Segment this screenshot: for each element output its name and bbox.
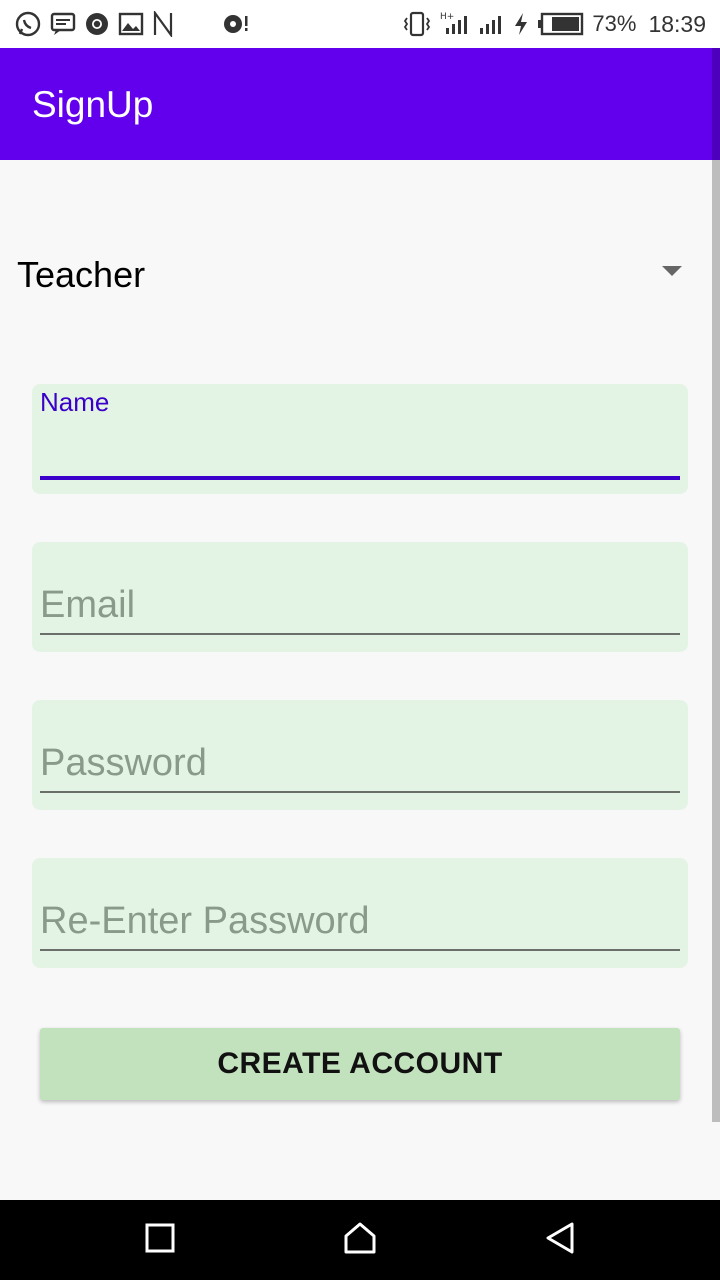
status-left-icons — [14, 10, 250, 38]
message-icon — [50, 11, 76, 37]
recents-icon — [144, 1222, 176, 1258]
password-field-placeholder: Password — [40, 742, 207, 784]
name-field-label: Name — [40, 387, 110, 417]
battery-percent: 73% — [592, 11, 637, 36]
scrollbar[interactable] — [712, 160, 720, 1122]
clock: 18:39 — [648, 10, 706, 37]
recents-button[interactable] — [140, 1220, 180, 1260]
back-icon — [544, 1221, 576, 1259]
back-button[interactable] — [540, 1220, 580, 1260]
svg-text:H+: H+ — [440, 12, 454, 22]
create-account-button-label: CREATE ACCOUNT — [217, 1047, 503, 1080]
scrollbar-top-segment — [712, 48, 720, 160]
role-spinner-value: Teacher — [17, 254, 146, 295]
create-account-button[interactable]: CREATE ACCOUNT — [40, 1028, 680, 1100]
email-field[interactable]: Email — [32, 542, 688, 652]
signal-icon — [478, 10, 504, 38]
reenter-password-field-placeholder: Re-Enter Password — [40, 900, 370, 942]
gallery-icon — [118, 11, 144, 37]
charging-icon — [512, 10, 530, 38]
signal-icon: H+ — [440, 10, 470, 38]
role-spinner[interactable]: Teacher — [0, 230, 712, 316]
page-title: SignUp — [32, 84, 154, 125]
home-button[interactable] — [340, 1220, 380, 1260]
battery-icon — [538, 12, 584, 36]
navigation-bar — [0, 1200, 720, 1280]
notification-icon — [222, 12, 250, 36]
dropdown-arrow-icon — [662, 266, 682, 276]
n-icon — [152, 11, 174, 37]
name-field[interactable]: Name — [32, 384, 688, 494]
app-bar: SignUp — [0, 48, 720, 160]
password-field-underline — [40, 791, 680, 793]
status-bar: H+ 73% 18:39 — [0, 0, 720, 48]
email-field-placeholder: Email — [40, 584, 136, 626]
chrome-icon — [84, 11, 110, 37]
email-field-underline — [40, 633, 680, 635]
whatsapp-icon — [14, 10, 42, 38]
reenter-password-field[interactable]: Re-Enter Password — [32, 858, 688, 968]
home-icon — [343, 1221, 377, 1259]
name-field-underline — [40, 476, 680, 480]
vibrate-icon — [402, 10, 432, 38]
password-field[interactable]: Password — [32, 700, 688, 810]
status-right-icons: H+ 73% 18:39 — [402, 10, 706, 38]
reenter-password-field-underline — [40, 949, 680, 951]
